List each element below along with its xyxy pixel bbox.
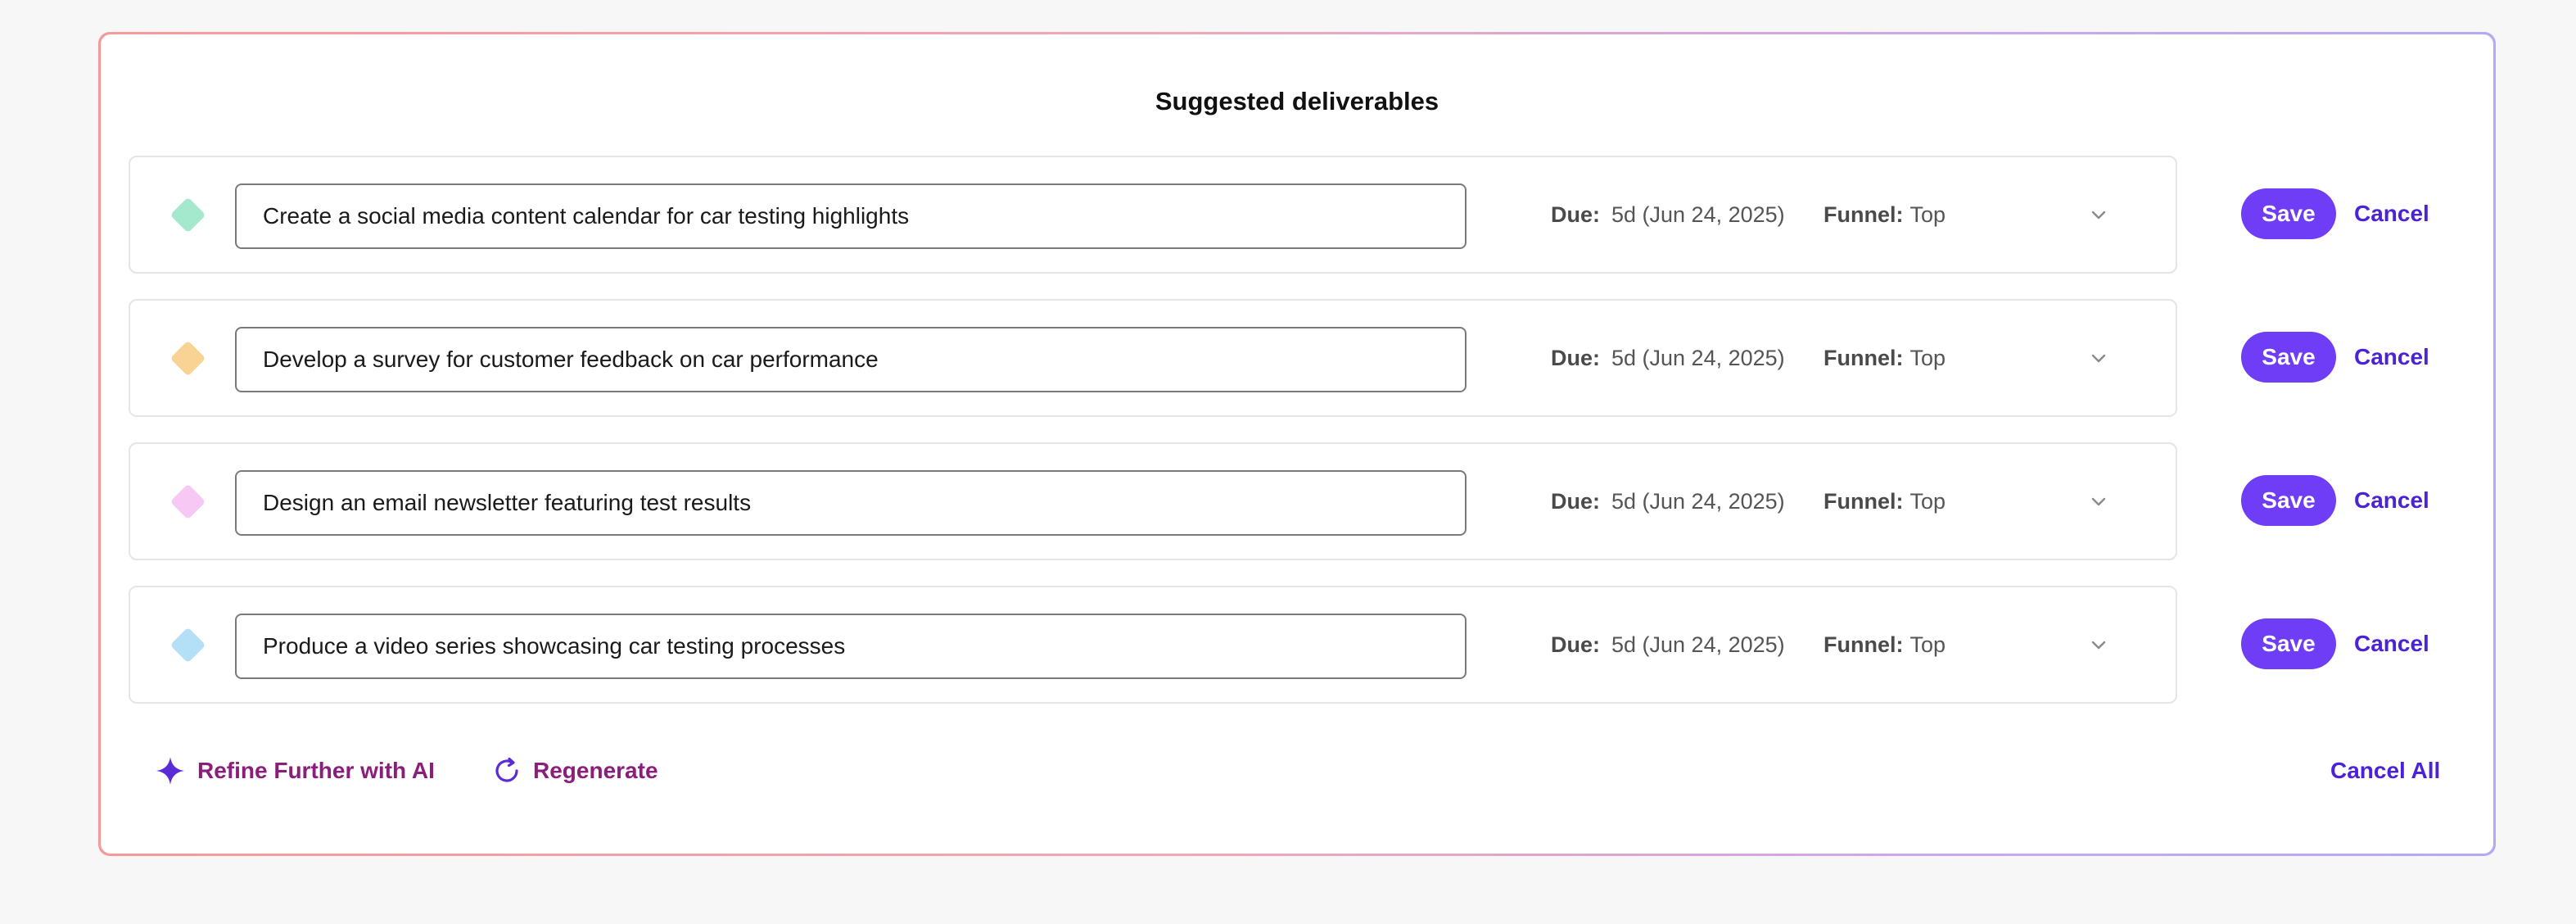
deliverable-text-input[interactable] (235, 327, 1467, 392)
funnel-label: Funnel: (1824, 202, 1904, 227)
funnel-value: Top (1909, 202, 1946, 227)
deliverable-row: Due: 5d (Jun 24, 2025) Funnel: Top (129, 299, 2177, 417)
due-value: 5d (Jun 24, 2025) (1611, 345, 1785, 370)
refine-with-ai-button[interactable]: Refine Further with AI (155, 745, 435, 796)
chevron-down-icon[interactable] (2087, 203, 2110, 226)
cancel-button[interactable]: Cancel (2354, 618, 2429, 669)
save-button[interactable]: Save (2241, 618, 2336, 669)
diamond-icon (169, 340, 206, 377)
chevron-down-icon[interactable] (2087, 346, 2110, 369)
save-button[interactable]: Save (2241, 332, 2336, 383)
due-date: Due: 5d (Jun 24, 2025) (1551, 301, 1785, 415)
funnel-value: Top (1909, 345, 1946, 370)
funnel-select[interactable]: Funnel: Top (1824, 301, 1946, 415)
due-date: Due: 5d (Jun 24, 2025) (1551, 444, 1785, 559)
due-value: 5d (Jun 24, 2025) (1611, 202, 1785, 227)
regenerate-button[interactable]: Regenerate (492, 745, 658, 796)
funnel-label: Funnel: (1824, 632, 1904, 657)
funnel-label: Funnel: (1824, 345, 1904, 370)
funnel-label: Funnel: (1824, 488, 1904, 514)
diamond-icon (169, 197, 206, 233)
due-label: Due: (1551, 202, 1600, 227)
chevron-down-icon[interactable] (2087, 633, 2110, 656)
save-button[interactable]: Save (2241, 188, 2336, 239)
due-value: 5d (Jun 24, 2025) (1611, 632, 1785, 657)
deliverable-row: Due: 5d (Jun 24, 2025) Funnel: Top (129, 586, 2177, 704)
panel-title: Suggested deliverables (1155, 87, 1439, 116)
due-date: Due: 5d (Jun 24, 2025) (1551, 157, 1785, 272)
deliverable-text-input[interactable] (235, 183, 1467, 249)
cancel-button[interactable]: Cancel (2354, 188, 2429, 239)
sparkle-icon (156, 757, 184, 785)
deliverable-row: Due: 5d (Jun 24, 2025) Funnel: Top (129, 442, 2177, 560)
chevron-down-icon[interactable] (2087, 490, 2110, 513)
deliverable-text-input[interactable] (235, 614, 1467, 679)
due-value: 5d (Jun 24, 2025) (1611, 488, 1785, 514)
cancel-button[interactable]: Cancel (2354, 332, 2429, 383)
diamond-icon (169, 483, 206, 520)
save-button[interactable]: Save (2241, 475, 2336, 526)
due-label: Due: (1551, 488, 1600, 514)
deliverable-text-input[interactable] (235, 470, 1467, 536)
funnel-value: Top (1909, 488, 1946, 514)
funnel-select[interactable]: Funnel: Top (1824, 157, 1946, 272)
regenerate-label: Regenerate (533, 758, 658, 783)
refine-label: Refine Further with AI (197, 758, 435, 783)
due-date: Due: 5d (Jun 24, 2025) (1551, 587, 1785, 702)
due-label: Due: (1551, 345, 1600, 370)
diamond-icon (169, 627, 206, 664)
deliverable-row: Due: 5d (Jun 24, 2025) Funnel: Top (129, 156, 2177, 274)
funnel-select[interactable]: Funnel: Top (1824, 587, 1946, 702)
cancel-all-button[interactable]: Cancel All (2330, 745, 2440, 796)
suggested-deliverables-panel: Suggested deliverables Due: 5d (Jun 24, … (101, 34, 2493, 854)
refresh-icon (495, 757, 518, 782)
cancel-button[interactable]: Cancel (2354, 475, 2429, 526)
suggested-deliverables-panel-border: Suggested deliverables Due: 5d (Jun 24, … (98, 32, 2496, 856)
funnel-value: Top (1909, 632, 1946, 657)
due-label: Due: (1551, 632, 1600, 657)
funnel-select[interactable]: Funnel: Top (1824, 444, 1946, 559)
